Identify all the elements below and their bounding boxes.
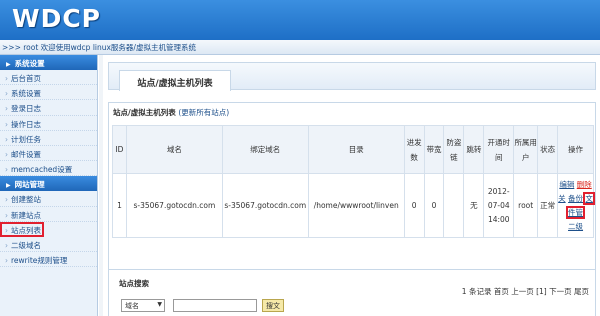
page-title-bar: 站点/虚拟主机列表	[108, 62, 596, 91]
col-header-bandwidth: 带宽	[423, 125, 445, 174]
arrow-right-icon: ▶	[6, 182, 11, 190]
bullet-icon: ›	[5, 104, 8, 114]
bullet-icon: ›	[5, 165, 8, 175]
col-header-dir: 目录	[307, 125, 405, 174]
col-header-redirect: 跳转	[463, 125, 485, 174]
col-header-ops: 操作	[557, 125, 594, 174]
sidebar-item-create-full-site[interactable]: › 创建整站	[0, 191, 97, 207]
sidebar-item-site-list[interactable]: › 站点列表	[0, 221, 44, 237]
cell-bandwidth: 0	[423, 173, 445, 238]
main-content: 站点/虚拟主机列表 站点/虚拟主机列表 (更新所有站点) ID 域名 绑定域名 …	[108, 62, 596, 316]
col-header-user: 所属用户	[513, 125, 539, 174]
bullet-icon: ›	[5, 89, 8, 99]
col-header-domain: 域名	[125, 125, 223, 174]
close-link[interactable]: 关	[558, 194, 566, 203]
sidebar-item-mail[interactable]: › 邮件设置	[0, 146, 97, 162]
sidebar-item-operation-log[interactable]: › 操作日志	[0, 116, 97, 131]
cell-id: 1	[112, 173, 127, 238]
search-title: 站点搜索	[119, 279, 149, 288]
sidebar-item-memcached[interactable]: › memcached设置	[0, 161, 97, 177]
col-header-conns: 进发数	[403, 125, 425, 174]
cell-ops: 编辑 删除 关 备份 文件管 二级	[557, 173, 595, 238]
search-input[interactable]	[173, 299, 257, 312]
table-row: 1 s-35067.gotocdn.com s-35067.gotocdn.co…	[112, 173, 595, 238]
cell-redirect: 无	[463, 173, 485, 238]
cell-status: 正常	[537, 173, 559, 238]
sidebar-item-system-settings[interactable]: › 系统设置	[0, 85, 97, 101]
bullet-icon: ›	[5, 134, 8, 144]
refresh-all-sites-link[interactable]: (更新所有站点)	[178, 108, 229, 117]
col-header-status: 状态	[537, 125, 559, 174]
col-header-created: 开通时间	[483, 125, 515, 174]
bullet-icon: ›	[5, 149, 8, 159]
bullet-icon: ›	[5, 225, 8, 235]
delete-link[interactable]: 删除	[577, 180, 592, 189]
arrow-right-icon: ▶	[6, 61, 11, 68]
site-search-panel: 站点搜索 域名 ▼ 搜文	[108, 269, 596, 316]
cell-dir: /home/wwwroot/linven	[307, 173, 405, 238]
bullet-icon: ›	[5, 74, 8, 83]
wdcp-logo: WDCP	[12, 4, 101, 33]
site-table: ID 域名 绑定域名 目录 进发数 带宽 防盗链 跳转 开通时间 所属用户 状态…	[112, 125, 595, 238]
col-header-hotlink: 防盗链	[443, 125, 465, 174]
bullet-icon: ›	[5, 210, 8, 220]
bullet-icon: ›	[5, 256, 8, 266]
sidebar-item-home[interactable]: › 后台首页	[0, 70, 97, 86]
sidebar-item-new-site[interactable]: › 新建站点	[0, 207, 97, 222]
search-field-select[interactable]: 域名 ▼	[121, 299, 165, 312]
cell-conns: 0	[403, 173, 425, 238]
welcome-bar: >>> root 欢迎使用wdcp linux服务器/虚拟主机管理系统	[0, 40, 600, 55]
list-title: 站点/虚拟主机列表 (更新所有站点)	[113, 108, 230, 117]
sidebar: ▶ 系统设置 › 后台首页 › 系统设置 › 登录日志 › 操作日志 › 计划任务 › 邮件设…	[0, 55, 98, 316]
sidebar-section-site[interactable]: ▶ 网站管理	[0, 176, 97, 192]
header: WDCP	[0, 0, 600, 40]
cell-hotlink	[443, 173, 465, 238]
sidebar-item-subdomain[interactable]: › 二级域名	[0, 237, 97, 253]
sidebar-scrollbar[interactable]	[99, 55, 103, 316]
chevron-down-icon: ▼	[157, 301, 162, 308]
col-header-bind-domain: 绑定域名	[221, 125, 309, 174]
subdomain-link[interactable]: 二级	[568, 222, 583, 231]
backup-link[interactable]: 备份	[568, 194, 583, 203]
sidebar-item-login-log[interactable]: › 登录日志	[0, 100, 97, 116]
table-header-row: ID 域名 绑定域名 目录 进发数 带宽 防盗链 跳转 开通时间 所属用户 状态…	[112, 125, 594, 174]
cell-user: root	[513, 173, 539, 238]
sidebar-item-cron[interactable]: › 计划任务	[0, 131, 97, 146]
bullet-icon: ›	[5, 240, 8, 250]
col-header-id: ID	[112, 125, 127, 174]
bullet-icon: ›	[5, 119, 8, 129]
cell-created: 2012-07-04 14:00	[483, 173, 515, 238]
bullet-icon: ›	[5, 195, 8, 205]
page-title: 站点/虚拟主机列表	[119, 70, 231, 91]
sidebar-item-rewrite[interactable]: › rewrite规则管理	[0, 252, 97, 268]
sidebar-section-system[interactable]: ▶ 系统设置	[0, 55, 97, 70]
cell-bind-domain: s-35067.gotocdn.com	[221, 173, 309, 238]
edit-link[interactable]: 编辑	[559, 180, 574, 189]
welcome-text: >>> root 欢迎使用wdcp linux服务器/虚拟主机管理系统	[2, 43, 196, 52]
cell-domain: s-35067.gotocdn.com	[125, 173, 223, 238]
search-button[interactable]: 搜文	[262, 299, 284, 312]
